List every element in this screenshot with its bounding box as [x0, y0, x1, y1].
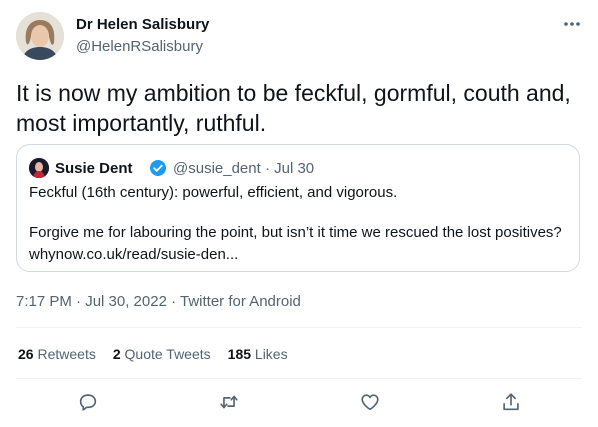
quote-tweets-stat[interactable]: 2 Quote Tweets: [113, 346, 211, 362]
author-handle[interactable]: @HelenRSalisbury: [76, 38, 203, 55]
quote-author-handle: @susie_dent · Jul 30: [173, 160, 314, 177]
quote-tweets-label: Quote Tweets: [124, 346, 211, 362]
divider: [16, 327, 582, 328]
share-icon[interactable]: [500, 391, 522, 413]
retweet-icon[interactable]: [218, 391, 240, 413]
quote-link[interactable]: whynow.co.uk/read/susie-den...: [29, 246, 238, 263]
tweet-meta: 7:17 PM · Jul 30, 2022 · Twitter for And…: [16, 293, 301, 310]
quote-avatar[interactable]: [29, 158, 49, 178]
likes-stat[interactable]: 185 Likes: [228, 346, 288, 362]
quote-text-line: Forgive me for labouring the point, but …: [29, 224, 562, 241]
quote-text-line: Feckful (16th century): powerful, effici…: [29, 184, 398, 201]
retweets-label: Retweets: [37, 346, 96, 362]
like-icon[interactable]: [359, 391, 381, 413]
divider: [16, 378, 582, 379]
quote-date: · Jul 30: [264, 160, 315, 177]
verified-badge-icon: [149, 159, 167, 177]
tweet-client[interactable]: Twitter for Android: [180, 293, 301, 310]
reply-icon[interactable]: [77, 391, 99, 413]
likes-label: Likes: [254, 346, 288, 362]
tweet-timestamp[interactable]: 7:17 PM · Jul 30, 2022: [16, 293, 167, 310]
tweet-text: It is now my ambition to be feckful, gor…: [16, 80, 571, 136]
quoted-tweet[interactable]: Susie Dent @susie_dent · Jul 30 Feckful …: [16, 144, 580, 272]
quote-tweets-count: 2: [112, 346, 121, 362]
likes-count: 185: [227, 346, 252, 362]
more-options-icon[interactable]: [560, 14, 584, 34]
meta-separator: ·: [166, 293, 180, 310]
quote-handle-text: @susie_dent: [173, 160, 261, 177]
author-name[interactable]: Dr Helen Salisbury: [76, 16, 209, 33]
retweets-count: 26: [18, 346, 34, 362]
quote-author-name: Susie Dent: [55, 160, 133, 177]
avatar[interactable]: [16, 12, 64, 60]
tweet-stats: 26 Retweets 2 Quote Tweets 185 Likes: [18, 346, 305, 362]
retweets-stat[interactable]: 26 Retweets: [18, 346, 96, 362]
